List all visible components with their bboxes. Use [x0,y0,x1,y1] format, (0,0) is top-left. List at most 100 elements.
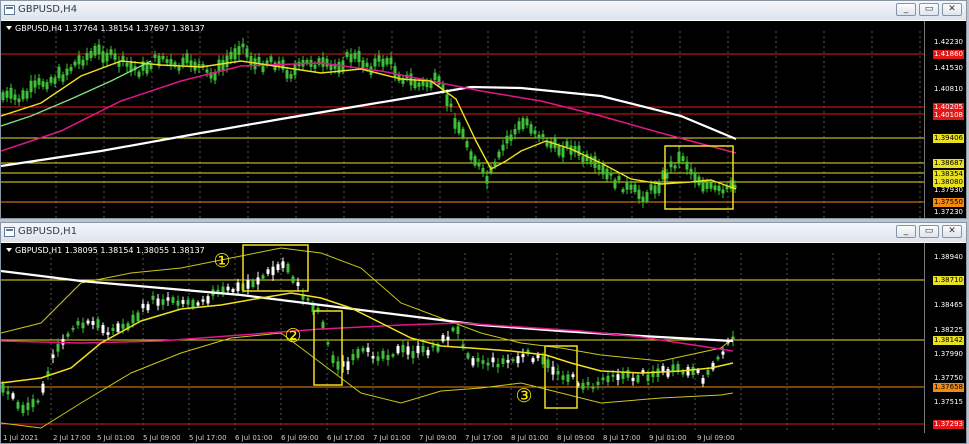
candle-body [391,354,395,357]
price-label: 1.41530 [934,64,963,72]
price-label: 1.38465 [934,301,963,309]
candle-body [111,328,115,331]
minimize-button[interactable]: _ [896,225,916,238]
candle-body [169,59,173,65]
moving-average-mid [1,62,737,154]
candle-body [91,321,95,325]
candle-body [325,58,329,67]
candle-body [571,374,575,377]
candle-body [61,338,65,345]
candle-body [101,51,105,63]
candle-body [176,300,180,306]
candle-body [516,356,520,364]
candle-body [417,82,421,87]
candle-body [606,375,610,383]
candle-body [89,51,93,58]
candle-body [25,91,29,99]
price-level-label: 1.40108 [933,111,964,120]
chart-window-gbpusd-h4[interactable]: GBPUSD,H4 _ ▭ ✕ GBPUSD,H4 1.37764 1.3815… [0,0,967,219]
time-label: 8 Jul 17:00 [603,434,641,442]
annotation-marker-1: ① [213,250,231,272]
candle-body [509,134,513,141]
time-label: 8 Jul 01:00 [511,434,549,442]
candle-body [289,73,293,79]
close-button[interactable]: ✕ [942,225,962,238]
candle-body [37,78,41,85]
candle-body [601,377,605,381]
candle-body [85,53,89,61]
price-axis[interactable]: 1.38940 1.38710 1.38465 1.38225 1.38142 … [924,243,966,443]
price-level-label: 1.41860 [933,50,964,59]
candle-body [533,130,537,135]
chart-window-gbpusd-h1[interactable]: GBPUSD,H1 _ ▭ ✕ GBPUSD,H1 1.38095 1.3815… [0,222,967,444]
close-button[interactable]: ✕ [942,3,962,16]
candle-body [669,161,673,168]
candle-body [641,196,645,203]
time-label: 9 Jul 01:00 [649,434,687,442]
price-label: 1.37515 [934,398,963,406]
candle-body [476,357,480,362]
candle-body [721,189,725,194]
candle-body [181,300,185,304]
price-chart-h1[interactable]: GBPUSD,H1 1.38095 1.38154 1.38055 1.3813… [1,243,966,443]
candle-body [156,298,160,306]
candle-body [336,361,340,370]
candle-body [141,303,145,309]
candle-body [536,354,540,359]
candle-body [521,118,525,130]
candle-body [36,400,40,403]
dropdown-triangle-icon [6,248,12,252]
window-titlebar[interactable]: GBPUSD,H1 _ ▭ ✕ [1,223,966,242]
candle-body [477,162,481,167]
candle-body [685,161,689,170]
candle-body [365,62,369,67]
candle-body [577,145,581,156]
candle-body [496,363,500,368]
price-axis[interactable]: 1.42230 1.41530 1.41860 1.40810 1.40205 … [924,21,966,218]
candle-body [1,383,5,393]
price-level-label: 1.37293 [933,420,964,429]
candle-body [326,342,330,345]
candle-body [386,355,390,361]
candle-body [591,386,595,389]
candle-body [377,55,381,62]
minimize-button[interactable]: _ [896,3,916,16]
candle-body [449,103,453,107]
candle-body [645,191,649,202]
candle-body [285,70,289,79]
candle-body [661,170,665,180]
candle-body [93,45,97,56]
candle-body [229,51,233,60]
candle-body [716,356,720,360]
restore-button[interactable]: ▭ [919,3,939,16]
moving-average-long [1,269,734,343]
candle-body [137,71,141,77]
price-level-label: 1.37658 [933,383,964,392]
candle-body [113,53,117,60]
candle-body [457,122,461,134]
price-level-label: 1.37550 [933,198,964,207]
candle-body [671,364,675,371]
candle-body [471,358,475,366]
candle-body [351,354,355,361]
candle-body [376,356,380,361]
candle-body [61,74,65,82]
candle-body [413,80,417,89]
restore-button[interactable]: ▭ [919,225,939,238]
candle-body [125,62,129,67]
candle-body [433,72,437,81]
candle-body [396,345,400,354]
price-level-label: 1.38687 [933,159,964,168]
candle-body [26,402,30,410]
candle-body [505,135,509,144]
time-label: 5 Jul 09:00 [143,434,181,442]
candle-body [96,319,100,328]
price-label: 1.37230 [934,208,963,216]
candle-body [77,55,81,65]
candle-body [246,279,250,289]
window-titlebar[interactable]: GBPUSD,H4 _ ▭ ✕ [1,1,966,20]
candle-body [717,185,721,192]
price-chart-h4[interactable]: GBPUSD,H4 1.37764 1.38154 1.37697 1.3813… [1,21,966,218]
candle-body [237,46,241,55]
time-axis[interactable]: 1 Jul 2021 2 Jul 17:00 5 Jul 01:00 5 Jul… [1,433,925,443]
